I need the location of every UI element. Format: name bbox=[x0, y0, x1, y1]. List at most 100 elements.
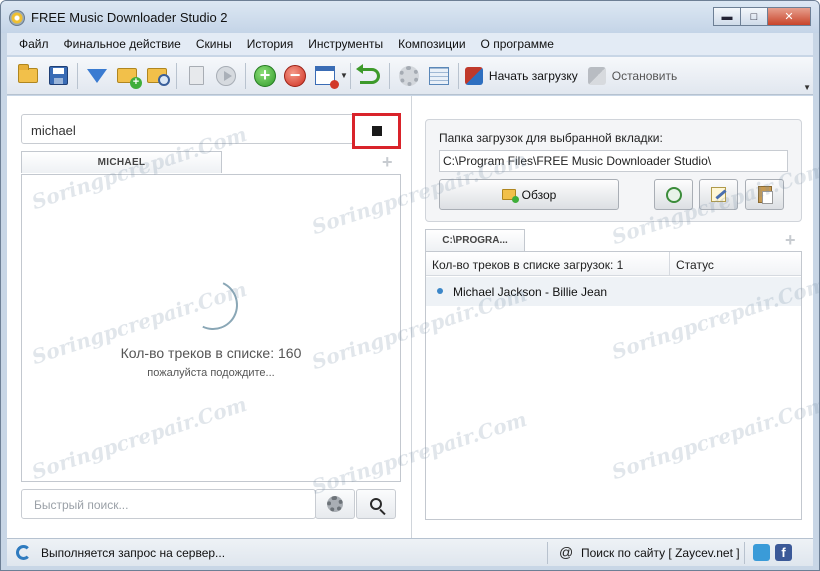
refresh-icon bbox=[16, 545, 31, 560]
play-button[interactable] bbox=[213, 63, 239, 89]
stop-icon bbox=[371, 126, 382, 136]
maximize-button[interactable]: □ bbox=[740, 7, 768, 26]
site-search-link[interactable]: Поиск по сайту [ Zaycev.net ] bbox=[581, 546, 740, 560]
menu-file[interactable]: Файл bbox=[19, 37, 49, 51]
table-icon bbox=[428, 66, 449, 85]
remove-button[interactable]: − bbox=[282, 63, 308, 89]
download-list-panel: Кол-во треков в списке загрузок: 1 Стату… bbox=[425, 251, 802, 520]
window-title: FREE Music Downloader Studio 2 bbox=[31, 10, 228, 25]
column-header-status[interactable]: Статус bbox=[676, 258, 714, 272]
browse-button[interactable]: Обзор bbox=[439, 179, 619, 210]
search-icon bbox=[370, 498, 382, 510]
title-bar[interactable]: FREE Music Downloader Studio 2 ▬ □ ✕ bbox=[1, 1, 819, 33]
table-row[interactable]: Michael Jackson - Billie Jean bbox=[426, 277, 801, 306]
panel-splitter[interactable] bbox=[411, 96, 412, 538]
minimize-button[interactable]: ▬ bbox=[713, 7, 741, 26]
folder-icon bbox=[501, 189, 519, 203]
window-controls: ▬ □ ✕ bbox=[713, 7, 811, 26]
window-remove-icon bbox=[315, 66, 339, 89]
please-wait-text: пожалуйста подождите... bbox=[147, 367, 275, 379]
search-input[interactable]: michael bbox=[21, 114, 401, 144]
main-content: michael MICHAEL + Кол-во треков в списке… bbox=[7, 96, 819, 538]
browse-label: Обзор bbox=[521, 187, 557, 202]
app-window: FREE Music Downloader Studio 2 ▬ □ ✕ Фай… bbox=[0, 0, 820, 571]
save-icon bbox=[48, 66, 68, 85]
menu-history[interactable]: История bbox=[247, 37, 294, 51]
add-button[interactable]: + bbox=[252, 63, 278, 89]
toolbar-divider bbox=[349, 62, 351, 89]
add-tab-icon[interactable]: + bbox=[382, 153, 393, 171]
toolbar-divider bbox=[457, 62, 459, 89]
tab-search-results[interactable]: MICHAEL bbox=[21, 151, 222, 173]
settings-button[interactable] bbox=[396, 63, 422, 89]
table-button[interactable] bbox=[426, 63, 452, 89]
add-folder-button[interactable] bbox=[114, 63, 142, 89]
paste-button[interactable] bbox=[745, 179, 784, 210]
download-path-field[interactable]: C:\Program Files\FREE Music Downloader S… bbox=[439, 150, 788, 172]
table-header: Кол-во треков в списке загрузок: 1 Стату… bbox=[426, 252, 801, 276]
edit-button[interactable] bbox=[699, 179, 738, 210]
toolbar-divider bbox=[77, 62, 78, 89]
undo-button[interactable] bbox=[355, 63, 383, 89]
play-icon bbox=[216, 65, 236, 86]
search-folder-icon bbox=[147, 68, 170, 86]
quick-search-settings-button[interactable] bbox=[315, 489, 355, 519]
twitter-icon[interactable] bbox=[753, 544, 770, 561]
remove-icon: − bbox=[284, 64, 306, 87]
column-divider bbox=[669, 252, 670, 276]
add-tab-icon[interactable]: + bbox=[785, 231, 796, 249]
toolbar-divider bbox=[176, 62, 177, 89]
track-title: Michael Jackson - Billie Jean bbox=[453, 285, 608, 299]
start-download-icon bbox=[464, 66, 483, 85]
start-download-button[interactable]: Начать загрузку bbox=[464, 66, 578, 85]
status-divider bbox=[744, 542, 745, 564]
menu-about[interactable]: О программе bbox=[481, 37, 554, 51]
search-results-panel: Кол-во треков в списке: 160 пожалуйста п… bbox=[21, 174, 401, 482]
menu-skins[interactable]: Скины bbox=[196, 37, 232, 51]
menu-final-action[interactable]: Финальное действие bbox=[64, 37, 181, 51]
open-button[interactable] bbox=[15, 63, 41, 89]
add-icon: + bbox=[254, 64, 276, 87]
gear-icon bbox=[327, 496, 343, 512]
add-folder-icon bbox=[117, 68, 142, 89]
window-remove-button[interactable] bbox=[312, 63, 339, 89]
toolbar-overflow-icon[interactable]: ▼ bbox=[803, 83, 811, 92]
start-download-label: Начать загрузку bbox=[488, 68, 578, 83]
history-button[interactable] bbox=[654, 179, 693, 210]
track-count-text: Кол-во треков в списке: 160 bbox=[120, 345, 302, 361]
toolbar-divider bbox=[388, 62, 390, 89]
quick-search-input[interactable]: Быстрый поиск... bbox=[21, 489, 316, 519]
status-text: Выполняется запрос на сервер... bbox=[41, 546, 226, 560]
filter-add-button[interactable] bbox=[84, 63, 110, 89]
info-button[interactable] bbox=[183, 63, 209, 89]
menu-tracks[interactable]: Композиции bbox=[398, 37, 465, 51]
menu-bar: Файл Финальное действие Скины История Ин… bbox=[7, 33, 813, 55]
status-divider bbox=[547, 542, 548, 564]
stop-label: Остановить bbox=[611, 68, 678, 83]
download-folder-box: Папка загрузок для выбранной вкладки: C:… bbox=[425, 119, 802, 222]
stop-search-button[interactable] bbox=[352, 113, 401, 149]
download-folder-label: Папка загрузок для выбранной вкладки: bbox=[439, 131, 663, 145]
chevron-down-icon[interactable]: ▼ bbox=[340, 71, 348, 80]
stop-download-icon bbox=[587, 66, 606, 85]
app-logo-icon bbox=[9, 10, 25, 26]
menu-tools[interactable]: Инструменты bbox=[308, 37, 383, 51]
bullet-icon bbox=[437, 288, 443, 294]
stop-button[interactable]: Остановить bbox=[587, 66, 678, 85]
edit-icon bbox=[711, 187, 726, 202]
toolbar-divider bbox=[245, 62, 246, 89]
search-folder-button[interactable] bbox=[144, 63, 170, 89]
tab-download-folder[interactable]: C:\PROGRA... bbox=[425, 229, 525, 251]
history-icon bbox=[665, 186, 682, 203]
loading-spinner-icon bbox=[180, 272, 246, 338]
save-button[interactable] bbox=[45, 63, 71, 89]
quick-search-button[interactable] bbox=[356, 489, 396, 519]
facebook-icon[interactable]: f bbox=[775, 544, 792, 561]
filter-add-icon bbox=[87, 68, 107, 83]
folder-open-icon bbox=[18, 64, 38, 83]
search-input-value: michael bbox=[31, 123, 76, 138]
gear-icon bbox=[398, 65, 419, 86]
close-button[interactable]: ✕ bbox=[767, 7, 811, 26]
column-header-count[interactable]: Кол-во треков в списке загрузок: 1 bbox=[432, 258, 623, 272]
undo-icon bbox=[355, 63, 380, 84]
